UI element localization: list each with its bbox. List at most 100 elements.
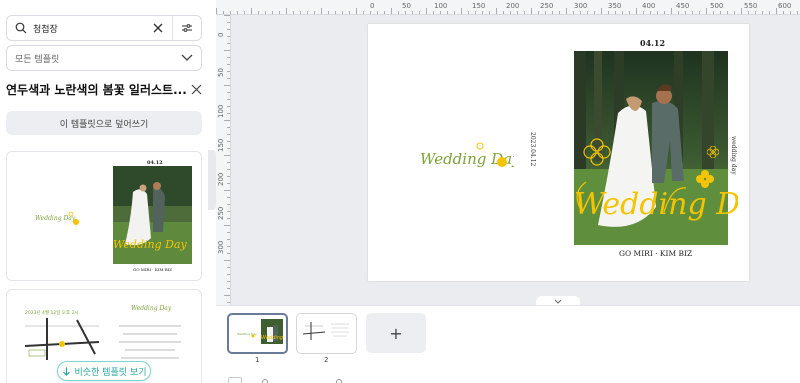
ruler-label: 50	[402, 2, 411, 10]
ruler-label: 350	[608, 2, 622, 10]
ruler-tick	[384, 11, 385, 14]
invitation-vertical-date[interactable]: 2023.04.12	[529, 132, 536, 166]
page-thumbnail-2[interactable]	[296, 313, 357, 354]
ruler-label: 150	[217, 138, 225, 152]
ruler-tick	[433, 11, 434, 14]
ruler-tick	[489, 11, 490, 14]
ruler-vertical: 0 50 100 150 200 250 300	[216, 15, 231, 305]
ruler-tick	[227, 127, 230, 128]
ruler-tick	[227, 183, 230, 184]
ruler-tick	[622, 11, 623, 14]
arrow-down-icon	[62, 367, 70, 376]
ruler-tick	[237, 11, 238, 14]
ruler-tick	[224, 50, 230, 51]
page-number-1: 1	[255, 356, 260, 364]
ruler-tick	[426, 8, 427, 14]
ruler-tick	[797, 11, 798, 14]
ruler-label: 0	[370, 2, 375, 10]
ruler-tick	[286, 8, 287, 14]
add-page-button[interactable]: +	[366, 313, 426, 353]
zoom-in-icon[interactable]	[336, 379, 342, 383]
ruler-tick	[227, 43, 230, 44]
invitation-page[interactable]: 04.12 Wedding Day	[368, 24, 776, 281]
template-title-row: 연두색과 노란색의 봄꽃 일러스트...	[6, 80, 202, 98]
ruler-tick	[377, 11, 378, 14]
ruler-tick	[524, 11, 525, 14]
couple-names[interactable]: GO MIRI · KIM BIZ	[619, 249, 692, 258]
ruler-tick	[587, 11, 588, 14]
ruler-tick	[496, 8, 497, 14]
ruler-tick	[643, 11, 644, 14]
ruler-tick	[601, 8, 602, 14]
ruler-tick	[230, 11, 231, 14]
ruler-tick	[531, 8, 532, 14]
ruler-tick	[720, 11, 721, 14]
ruler-tick	[580, 11, 581, 14]
panel-collapse-handle[interactable]	[208, 150, 216, 210]
template-preview-1-art: 04.12 Wedding Day GO MIRI · KIM BIZ Wedd…	[35, 160, 192, 272]
ruler-tick	[227, 92, 230, 93]
page-thumbnail-1[interactable]: Wedding Wedding Day	[227, 313, 288, 354]
ruler-tick	[227, 302, 230, 303]
ruler-tick	[227, 232, 230, 233]
ruler-tick	[440, 11, 441, 14]
ruler-tick	[227, 29, 230, 30]
similar-templates-button[interactable]: 비슷한 템플릿 보기	[57, 361, 151, 381]
ruler-tick	[227, 211, 230, 212]
template-title: 연두색과 노란색의 봄꽃 일러스트...	[6, 82, 187, 97]
zoom-out-icon[interactable]	[262, 379, 268, 383]
ruler-tick	[671, 8, 672, 14]
ruler-tick	[405, 11, 406, 14]
ruler-tick	[224, 15, 230, 16]
ruler-tick	[321, 8, 322, 14]
close-icon[interactable]	[191, 84, 202, 95]
clear-search-icon[interactable]	[152, 22, 164, 34]
invitation-vertical-caption[interactable]: wedding day	[730, 136, 737, 175]
ruler-tick	[615, 11, 616, 14]
filter-button[interactable]	[173, 15, 201, 41]
ruler-tick	[741, 8, 742, 14]
template-category-dropdown[interactable]: 모든 템플릿	[6, 45, 202, 71]
ruler-label: 300	[574, 2, 588, 10]
ruler-tick	[227, 134, 230, 135]
ruler-tick	[227, 57, 230, 58]
ruler-label: 500	[710, 2, 724, 10]
ruler-horizontal: 0 50 100 150 200 250 300 350 400 450 500…	[216, 0, 800, 15]
wedding-day-script-small: Wedding Day	[420, 142, 521, 168]
ruler-tick	[594, 11, 595, 14]
ruler-tick	[552, 11, 553, 14]
ruler-tick	[328, 11, 329, 14]
ruler-tick	[517, 11, 518, 14]
ruler-tick	[755, 11, 756, 14]
ruler-tick	[227, 106, 230, 107]
ruler-tick	[769, 11, 770, 14]
invitation-date[interactable]: 04.12	[640, 38, 665, 48]
preview-date: 04.12	[147, 160, 163, 166]
template-preview-page-1[interactable]: 04.12 Wedding Day GO MIRI · KIM BIZ Wedd…	[6, 151, 202, 281]
search-input[interactable]: 청첩장	[33, 22, 152, 35]
ruler-tick	[216, 8, 217, 14]
ruler-tick	[629, 11, 630, 14]
ruler-label: 50	[217, 68, 225, 77]
apply-template-button[interactable]: 이 템플릿으로 덮어쓰기	[6, 111, 202, 135]
ruler-tick	[227, 71, 230, 72]
ruler-tick	[419, 11, 420, 14]
ruler-tick	[227, 288, 230, 289]
ruler-tick	[227, 281, 230, 282]
left-script-title[interactable]: Wedding Day	[418, 140, 521, 179]
ruler-tick	[790, 11, 791, 14]
grid-view-icon[interactable]	[228, 377, 242, 383]
ruler-tick	[713, 11, 714, 14]
ruler-tick	[227, 113, 230, 114]
ruler-tick	[227, 22, 230, 23]
ruler-tick	[573, 11, 574, 14]
ruler-tick	[776, 8, 777, 14]
ruler-tick	[224, 120, 230, 121]
template-search-box[interactable]: 청첩장	[6, 15, 202, 41]
ruler-tick	[279, 11, 280, 14]
ruler-tick	[307, 11, 308, 14]
ruler-tick	[685, 11, 686, 14]
svg-text:Wedding: Wedding	[261, 335, 283, 341]
ruler-tick	[468, 11, 469, 14]
ruler-tick	[300, 11, 301, 14]
